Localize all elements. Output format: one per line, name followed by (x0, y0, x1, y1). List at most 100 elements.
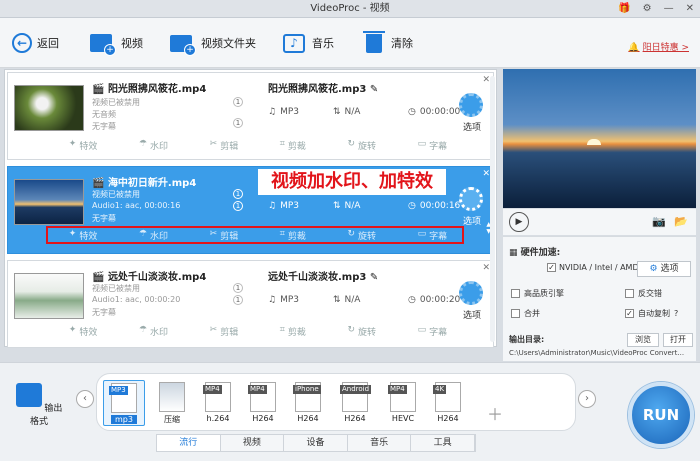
codec-gear-icon[interactable] (459, 281, 483, 305)
music-note-icon: ♫ (268, 107, 277, 117)
browse-button[interactable]: 浏览 (627, 333, 659, 347)
video-preview[interactable] (503, 69, 696, 208)
cut-button[interactable]: ✂ 剪辑 (210, 139, 239, 153)
back-button[interactable]: ← 返回 (12, 31, 59, 55)
add-music-button[interactable]: ♪ 音乐 (283, 31, 334, 55)
checkbox-checked[interactable]: ✓ (547, 263, 556, 272)
output-path: C:\Users\Administrator\Music\VideoProc C… (509, 349, 685, 357)
rotate-button[interactable]: ↻ 旋转 (347, 139, 376, 153)
output-size: ⇅ N/A (333, 201, 361, 211)
subtitle-track-badge[interactable]: 1 (233, 295, 243, 305)
output-name[interactable]: 阳光照拂风筱花.mp3 ✎ (268, 80, 378, 95)
list-item[interactable]: 🎬 阳光照拂风筱花.mp4 视频已被禁用 无音频 无字幕 1 1 阳光照拂风筱花… (7, 72, 494, 160)
subtitle-status: 无字幕 (92, 122, 116, 131)
video-thumbnail[interactable] (14, 273, 84, 319)
camera-icon[interactable]: 📷 (652, 215, 666, 228)
tab-popular[interactable]: 流行 (157, 435, 221, 451)
subtitle-track-badge[interactable]: 1 (233, 201, 243, 211)
music-add-icon: ♪ (283, 33, 305, 53)
hw-accel-checkbox[interactable]: ✓ NVIDIA / Intel / AMD (547, 263, 639, 272)
clock-icon: ◷ (408, 201, 416, 211)
close-icon[interactable]: ✕ (686, 0, 694, 18)
promo-label: 阳日特惠 > (642, 43, 689, 53)
format-mp4-h264-a[interactable]: MP4 h.264 (197, 380, 239, 426)
rotate-button[interactable]: ↻ 旋转 (347, 325, 376, 339)
clear-button[interactable]: 清除 (363, 30, 413, 55)
high-quality-checkbox[interactable]: 高品质引擎 (511, 288, 564, 299)
format-sub-label: mp3 (111, 415, 137, 424)
auto-copy-checkbox[interactable]: ✓ 自动复制? (625, 308, 678, 319)
list-item-selected[interactable]: 🎬 海中初日新升.mp4 视频已被禁用 Audio1: aac, 00:00:1… (7, 166, 494, 254)
add-format-icon[interactable]: ＋ (487, 401, 503, 425)
tab-device[interactable]: 设备 (284, 435, 348, 451)
format-android[interactable]: Android H264 (334, 380, 376, 426)
format-carousel: MP3 mp3 压缩 MP4 h.264 MP4 H264 iPhone H26… (96, 373, 576, 431)
codec-gear-icon[interactable] (459, 93, 483, 117)
open-button[interactable]: 打开 (663, 333, 693, 347)
tab-video[interactable]: 视频 (220, 435, 285, 451)
subtitle-track-badge[interactable]: 1 (233, 118, 243, 128)
remove-item-icon[interactable]: ✕ (482, 263, 490, 273)
codec-option-label[interactable]: 选项 (463, 308, 481, 321)
list-scrollbar[interactable] (490, 76, 495, 342)
music-note-icon: ♫ (268, 295, 277, 305)
play-button[interactable]: ▶ (509, 212, 529, 232)
add-video-button[interactable]: 视频 (90, 31, 143, 56)
effects-button[interactable]: ✦ 特效 (69, 139, 98, 153)
crop-button[interactable]: ⌗ 剪裁 (280, 325, 306, 339)
video-thumbnail[interactable] (14, 179, 84, 225)
subtitle-button[interactable]: ▭ 字幕 (418, 139, 448, 153)
audio-track-badge[interactable]: 1 (233, 189, 243, 199)
deinterlace-label: 反交错 (638, 289, 662, 298)
tab-tools[interactable]: 工具 (411, 435, 475, 451)
list-item[interactable]: 🎬 远处千山淡淡妆.mp4 视频已被禁用 Audio1: aac, 00:00:… (7, 260, 494, 348)
tab-music[interactable]: 音乐 (347, 435, 412, 451)
format-compress[interactable]: 压缩 (151, 380, 193, 426)
remove-item-icon[interactable]: ✕ (482, 169, 490, 179)
checkbox-unchecked[interactable] (511, 309, 520, 318)
merge-checkbox[interactable]: 合并 (511, 308, 540, 319)
preview-sun (587, 139, 601, 145)
gear-icon[interactable]: ⚙ (643, 0, 652, 18)
effects-button[interactable]: ✦ 特效 (69, 325, 98, 339)
video-thumbnail[interactable] (14, 85, 84, 131)
format-4k[interactable]: 4K H264 (427, 380, 469, 426)
format-sub-label: H264 (297, 414, 319, 423)
checkbox-unchecked[interactable] (511, 289, 520, 298)
gift-icon[interactable]: 🎁 (618, 0, 630, 18)
prev-format-button[interactable]: ‹ (76, 390, 94, 408)
checkbox-unchecked[interactable] (625, 289, 634, 298)
checkbox-checked[interactable]: ✓ (625, 309, 634, 318)
format-iphone[interactable]: iPhone H264 (287, 380, 329, 426)
add-video-folder-button[interactable]: 视频文件夹 (170, 31, 256, 56)
help-icon[interactable]: ? (674, 309, 678, 318)
codec-option-label[interactable]: 选项 (463, 120, 481, 133)
size-icon: ⇅ (333, 201, 341, 211)
output-name[interactable]: 远处千山淡淡妆.mp3 ✎ (268, 268, 378, 283)
output-format: ♫ MP3 (268, 201, 299, 211)
crop-button[interactable]: ⌗ 剪裁 (280, 139, 306, 153)
codec-option-label[interactable]: 选项 (463, 214, 481, 227)
output-format-button[interactable]: 输出格式 (14, 383, 64, 427)
file-list: 🎬 阳光照拂风筱花.mp4 视频已被禁用 无音频 无字幕 1 1 阳光照拂风筱花… (4, 69, 497, 348)
cut-button[interactable]: ✂ 剪辑 (210, 325, 239, 339)
watermark-button[interactable]: ☂ 水印 (139, 139, 168, 153)
watermark-button[interactable]: ☂ 水印 (139, 325, 168, 339)
options-button[interactable]: ⚙ 选项 (637, 261, 691, 277)
format-mp3[interactable]: MP3 mp3 (103, 380, 145, 426)
format-mp4-h264-b[interactable]: MP4 H264 (242, 380, 284, 426)
open-folder-icon[interactable]: 📂 (674, 215, 688, 228)
deinterlace-checkbox[interactable]: 反交错 (625, 288, 662, 299)
codec-gear-icon[interactable] (459, 187, 483, 211)
promo-link[interactable]: 🔔 阳日特惠 > (628, 40, 692, 53)
format-mp4-hevc[interactable]: MP4 HEVC (382, 380, 424, 426)
minimize-icon[interactable]: — (664, 0, 674, 18)
gear-icon: ⚙ (649, 264, 658, 274)
subtitle-button[interactable]: ▭ 字幕 (418, 325, 448, 339)
audio-track-badge[interactable]: 1 (233, 97, 243, 107)
next-format-button[interactable]: › (578, 390, 596, 408)
run-button[interactable]: RUN (628, 382, 694, 448)
auto-copy-label: 自动复制 (638, 309, 670, 318)
remove-item-icon[interactable]: ✕ (482, 75, 490, 85)
audio-track-badge[interactable]: 1 (233, 283, 243, 293)
